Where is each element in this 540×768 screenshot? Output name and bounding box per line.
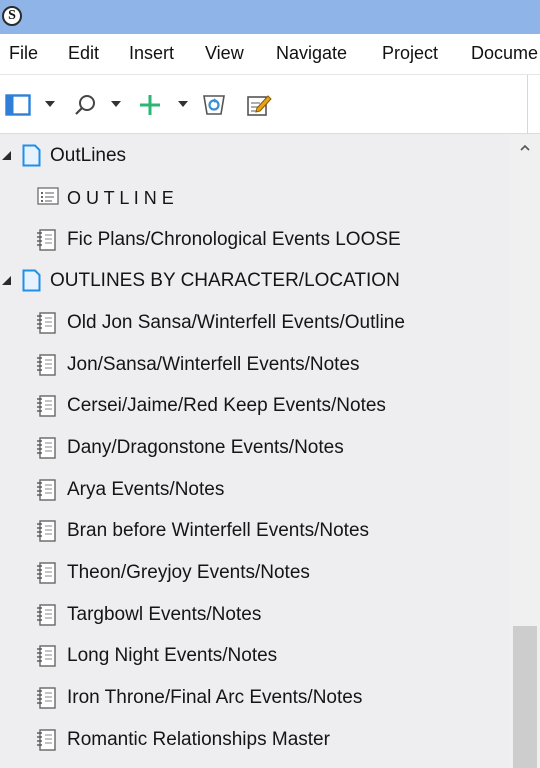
binder-item-label: Iron Throne/Final Arc Events/Notes (67, 687, 363, 708)
menu-documents[interactable]: Docume (471, 43, 538, 64)
binder-item-label: Theon/Greyjoy Events/Notes (67, 562, 310, 583)
binder-folder-outlines-by-character[interactable]: OUTLINES BY CHARACTER/LOCATION (0, 261, 510, 301)
binder-item-document[interactable]: Romantic Relationships Master (0, 720, 510, 760)
binder-item-label: Fic Plans/Chronological Events LOOSE (67, 229, 401, 250)
menu-file[interactable]: File (9, 43, 38, 64)
binder-item-document[interactable]: Cersei/Jaime/Red Keep Events/Notes (0, 386, 510, 426)
scrollbar-thumb[interactable] (513, 626, 537, 768)
binder-item-label: Dany/Dragonstone Events/Notes (67, 437, 344, 458)
binder-item-label: Long Night Events/Notes (67, 645, 278, 666)
title-bar: S (0, 0, 540, 34)
menu-navigate[interactable]: Navigate (276, 43, 347, 64)
outline-doc-icon (37, 187, 59, 205)
binder-item-document[interactable]: Jon/Sansa/Winterfell Events/Notes (0, 345, 510, 385)
scroll-up-arrow-icon[interactable] (519, 142, 531, 154)
menu-edit[interactable]: Edit (68, 43, 99, 64)
binder-item-label: Bran before Winterfell Events/Notes (67, 520, 370, 541)
expanded-triangle-icon[interactable] (2, 151, 11, 160)
menu-bar: File Edit Insert View Navigate Project D… (0, 34, 540, 74)
document-icon (37, 354, 56, 376)
binder-toggle-button[interactable] (4, 91, 32, 119)
document-icon (37, 395, 56, 417)
menu-insert[interactable]: Insert (129, 43, 174, 64)
folder-icon (22, 144, 41, 167)
binder-item-label: Targbowl Events/Notes (67, 604, 262, 625)
binder-item-label: OutLines (50, 145, 127, 166)
search-icon (75, 95, 95, 115)
document-icon (37, 229, 56, 251)
binder-item-document[interactable]: Iron Throne/Final Arc Events/Notes (0, 678, 510, 718)
scrivener-app-icon[interactable]: S (2, 6, 22, 26)
expanded-triangle-icon[interactable] (2, 276, 11, 285)
document-icon (37, 687, 56, 709)
binder-item-document[interactable]: Fic Plans/Chronological Events LOOSE (0, 220, 510, 260)
binder-toggle-icon (5, 94, 31, 116)
binder-item-label: Arya Events/Notes (67, 479, 225, 500)
folder-icon (22, 269, 41, 292)
binder-folder-outlines[interactable]: OutLines (0, 136, 510, 176)
compose-icon (247, 95, 272, 116)
document-icon (37, 645, 56, 667)
document-icon (37, 479, 56, 501)
binder-item-label: Cersei/Jaime/Red Keep Events/Notes (67, 395, 386, 416)
add-icon (140, 95, 160, 115)
binder-item-label: O U T L I N E (67, 187, 174, 208)
binder-item-document[interactable]: Long Night Events/Notes (0, 636, 510, 676)
editor-toolbar-divider (527, 75, 528, 135)
binder-item-document[interactable]: Targbowl Events/Notes (0, 595, 510, 635)
compose-button[interactable] (245, 91, 273, 119)
binder-dropdown-arrow[interactable] (45, 101, 55, 107)
document-icon (37, 312, 56, 334)
binder-item-label: Jon/Sansa/Winterfell Events/Notes (67, 354, 360, 375)
add-dropdown-arrow[interactable] (178, 101, 188, 107)
search-button[interactable] (71, 91, 99, 119)
document-icon (37, 520, 56, 542)
document-icon (37, 437, 56, 459)
toolbar (0, 74, 540, 135)
binder-item-outline[interactable]: O U T L I N E (0, 178, 510, 218)
binder-item-document[interactable]: Dany/Dragonstone Events/Notes (0, 428, 510, 468)
document-icon (37, 729, 56, 751)
trash-icon (203, 95, 225, 115)
binder-item-label: Romantic Relationships Master (67, 729, 330, 750)
add-button[interactable] (136, 91, 164, 119)
binder-item-document[interactable]: Arya Events/Notes (0, 470, 510, 510)
binder-item-document[interactable]: Bran before Winterfell Events/Notes (0, 511, 510, 551)
binder-scrollbar[interactable] (510, 134, 540, 768)
menu-view[interactable]: View (205, 43, 244, 64)
binder-item-label: OUTLINES BY CHARACTER/LOCATION (50, 270, 400, 291)
menu-project[interactable]: Project (382, 43, 438, 64)
search-dropdown-arrow[interactable] (111, 101, 121, 107)
document-icon (37, 604, 56, 626)
binder-item-document[interactable]: Old Jon Sansa/Winterfell Events/Outline (0, 303, 510, 343)
binder-panel: OutLines O U T L I N E Fic Plans/Chronol… (0, 134, 540, 768)
document-icon (37, 562, 56, 584)
binder-item-label: Old Jon Sansa/Winterfell Events/Outline (67, 312, 405, 333)
trash-button[interactable] (200, 91, 228, 119)
binder-item-document[interactable]: Theon/Greyjoy Events/Notes (0, 553, 510, 593)
